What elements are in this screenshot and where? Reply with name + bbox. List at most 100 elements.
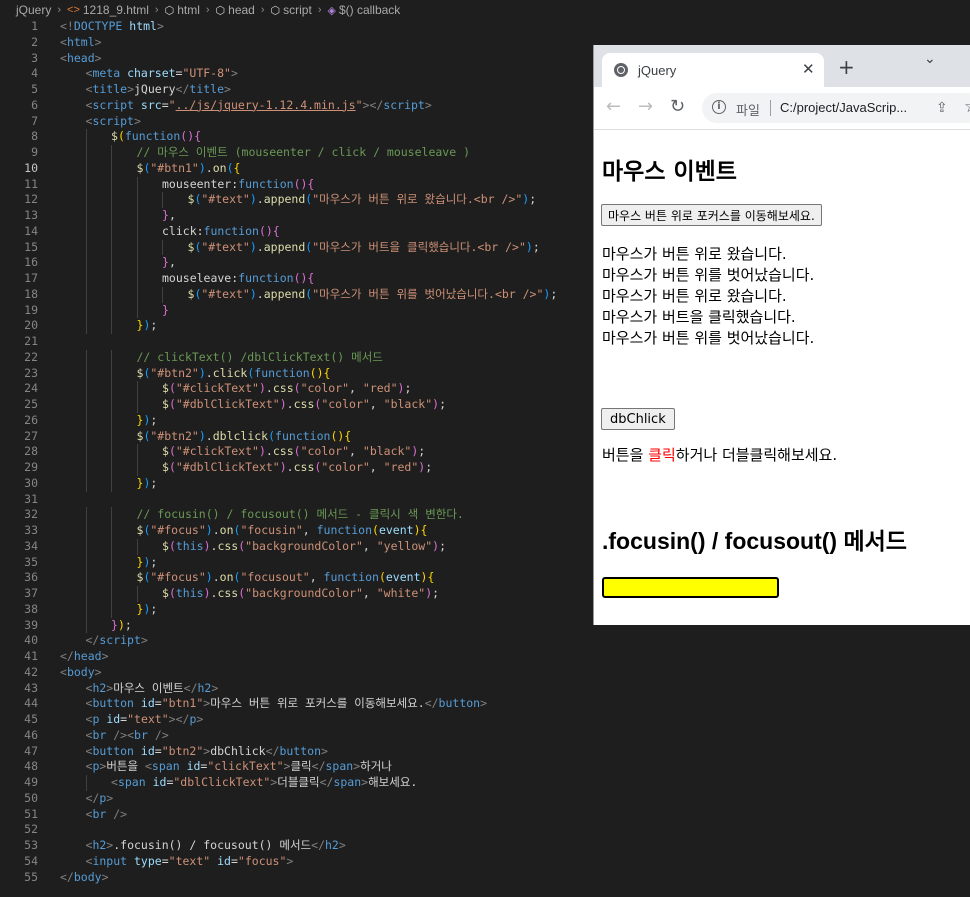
code-line[interactable]: <span id="dblClickText">더블클릭</span>해보세요. [111, 775, 417, 791]
code-token: function [238, 176, 294, 191]
code-line[interactable]: mouseleave:function(){ [162, 271, 314, 287]
code-line[interactable]: <title>jQuery</title> [86, 82, 231, 98]
code-line[interactable]: $(this).css("backgroundColor", "white"); [162, 586, 439, 602]
code-token: . [205, 160, 213, 175]
code-line[interactable]: $("#clickText").css("color", "black"); [162, 444, 425, 460]
btn2-button[interactable]: dbChlick [601, 408, 675, 430]
code-line[interactable]: }); [137, 318, 158, 334]
code-line[interactable]: $(this).css("backgroundColor", "yellow")… [162, 539, 446, 555]
code-line[interactable]: $("#text").append("마우스가 버튼 위로 왔습니다.<br /… [188, 192, 537, 208]
code-line[interactable]: <p id="text"></p> [86, 712, 204, 728]
code-token: "#clickText" [175, 444, 259, 459]
indent-guide [111, 523, 112, 539]
code-line[interactable]: <body> [60, 665, 102, 681]
browser-window: jQuery ✕ + ⌄ ← → ↻ i 파일 C:/project/JavaS… [593, 45, 970, 625]
share-icon[interactable]: ⇪ [936, 99, 948, 116]
code-token: id [217, 853, 231, 868]
breadcrumb-item[interactable]: <> 1218_9.html [67, 3, 149, 17]
code-line[interactable]: <html> [60, 35, 102, 51]
code-token: title [189, 82, 225, 96]
code-line[interactable]: $("#text").append("마우스가 버튼 위를 벗어났습니다.<br… [188, 287, 558, 303]
code-line[interactable]: $("#focus").on("focusin", function(event… [137, 523, 428, 539]
bookmark-star-icon[interactable]: ☆ [964, 97, 970, 117]
code-line[interactable]: }); [137, 476, 158, 492]
code-line[interactable]: $("#text").append("마우스가 버트을 클릭했습니다.<br /… [188, 240, 540, 256]
code-line[interactable]: }); [137, 602, 158, 618]
code-line[interactable]: <button id="btn2">dbChlick</button> [86, 744, 328, 760]
code-line[interactable]: </script> [86, 633, 148, 649]
code-line[interactable]: $("#btn1").on({ [137, 161, 241, 177]
code-token: event [378, 523, 414, 537]
code-line[interactable]: } [162, 303, 169, 319]
code-line[interactable]: }); [111, 618, 132, 634]
btn1-button[interactable]: 마우스 버튼 위로 포커스를 이동해보세요. [601, 204, 822, 226]
code-line[interactable]: // 마우스 이벤트 (mouseenter / click / mousele… [137, 145, 471, 161]
url-text[interactable]: C:/project/JavaScrip... [780, 100, 907, 115]
code-line[interactable]: }); [137, 555, 158, 571]
address-bar[interactable]: i 파일 C:/project/JavaScrip... ⇪ ☆ [702, 93, 970, 123]
indent-guide [111, 586, 112, 602]
code-line[interactable]: <p>버튼을 <span id="clickText">클릭</span>하거나 [86, 759, 392, 775]
code-token: "btn2" [161, 743, 204, 758]
line-number: 35 [24, 554, 38, 569]
code-line[interactable]: $("#btn2").dblclick(function(){ [137, 429, 352, 445]
code-line[interactable]: $(function(){ [111, 129, 201, 145]
code-line[interactable]: </head> [60, 649, 109, 665]
code-token: ( [168, 586, 176, 600]
code-line[interactable]: // clickText() /dblClickText() 메서드 [137, 350, 383, 366]
tab-search-icon[interactable]: ⌄ [924, 51, 936, 67]
code-line[interactable]: </p> [86, 791, 114, 807]
code-line[interactable]: <input type="text" id="focus"> [86, 854, 294, 870]
code-line[interactable]: }); [137, 413, 158, 429]
new-tab-icon[interactable]: + [838, 57, 855, 77]
code-line[interactable]: <br /><br /> [86, 728, 169, 744]
line-number: 31 [24, 491, 38, 506]
back-icon[interactable]: ← [606, 98, 621, 116]
code-line[interactable]: <!DOCTYPE html> [60, 19, 164, 35]
line-number: 15 [24, 239, 38, 254]
forward-icon[interactable]: → [638, 98, 653, 116]
info-icon[interactable]: i [712, 100, 726, 114]
focus-input[interactable] [602, 577, 779, 598]
browser-tab[interactable]: jQuery ✕ [602, 53, 824, 87]
indent-guide [85, 617, 87, 634]
code-line[interactable]: }, [162, 255, 176, 271]
indent-guide [111, 460, 112, 476]
breadcrumb-separator-icon: › [57, 4, 62, 16]
code-line[interactable]: <script> [86, 114, 141, 130]
close-tab-icon[interactable]: ✕ [802, 60, 815, 78]
code-line[interactable]: <h2>마우스 이벤트</h2> [86, 681, 219, 697]
indent-guide [85, 381, 87, 397]
code-line[interactable]: <br /> [86, 807, 128, 823]
code-token: ) [249, 192, 257, 207]
code-line[interactable]: <h2>.focusin() / focusout() 메서드</h2> [86, 838, 346, 854]
code-line[interactable]: $("#dblClickText").css("color", "black")… [162, 397, 446, 413]
breadcrumb-item[interactable]: ⬡ script [271, 3, 312, 17]
indent-guide [111, 538, 112, 555]
breadcrumb-item[interactable]: ⬡ html [165, 3, 200, 17]
code-line[interactable]: mouseenter:function(){ [162, 177, 314, 193]
breadcrumb-item[interactable]: ◈ $() callback [327, 3, 400, 17]
code-line[interactable]: <head> [60, 51, 102, 67]
indent-guide [85, 318, 87, 334]
code-line[interactable]: $("#dblClickText").css("color", "red"); [162, 460, 432, 476]
breadcrumb-item[interactable]: jQuery [16, 3, 51, 17]
indent-guide [111, 255, 112, 271]
code-line[interactable]: $("#clickText").css("color", "red"); [162, 381, 411, 397]
reload-icon[interactable]: ↻ [670, 98, 685, 116]
code-line[interactable]: </body> [60, 870, 109, 886]
breadcrumb-item[interactable]: ⬡ head [216, 3, 255, 17]
code-line[interactable]: }, [162, 208, 176, 224]
code-line[interactable]: // focusin() / focusout() 메서드 - 클릭시 색 변한… [137, 507, 464, 523]
code-line[interactable]: <button id="btn1">마우스 버튼 위로 포커스를 이동해보세요.… [86, 696, 488, 712]
code-token: , [369, 460, 384, 474]
code-line[interactable]: $("#focus").on("focusout", function(even… [137, 570, 435, 586]
code-token: < [144, 759, 152, 774]
code-line[interactable]: click:function(){ [162, 224, 280, 240]
code-line[interactable]: <script src="../js/jquery-1.12.4.min.js"… [86, 98, 432, 114]
click-text: 클릭 [648, 446, 676, 464]
code-line[interactable]: $("#btn2").click(function(){ [137, 366, 331, 382]
code-line[interactable]: <meta charset="UTF-8"> [86, 66, 238, 82]
code-token: { [323, 365, 331, 380]
code-token: span [151, 759, 180, 774]
